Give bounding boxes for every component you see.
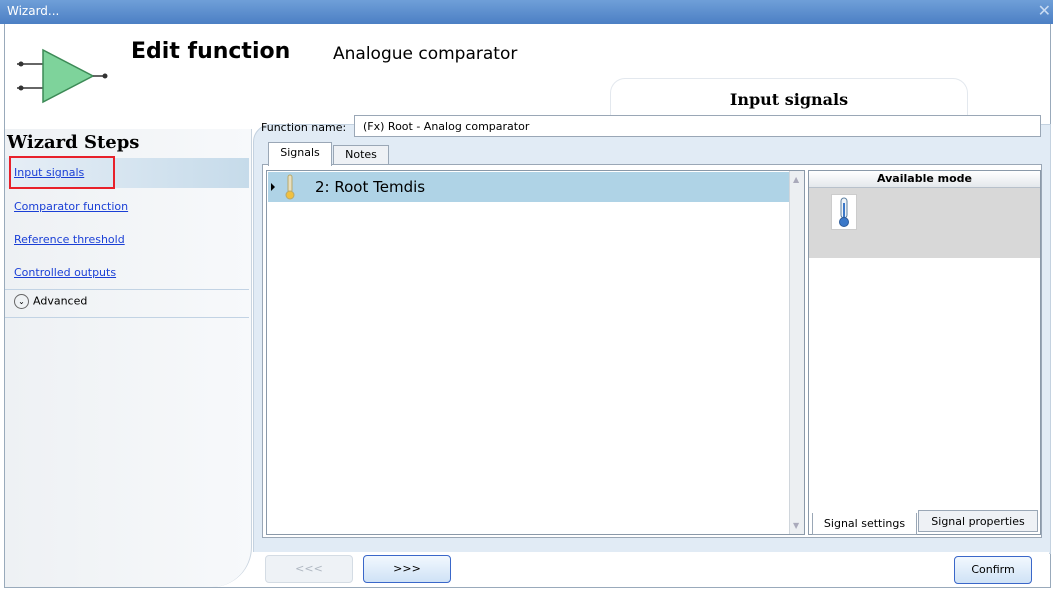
step-reference-threshold[interactable]: Reference threshold [5,225,249,255]
available-mode-area [809,188,1040,258]
available-mode-panel: Available mode [808,170,1041,535]
confirm-button[interactable]: Confirm [954,556,1032,584]
step-controlled-outputs[interactable]: Controlled outputs [5,258,249,288]
wizard-steps-sidebar: Wizard Steps Input signals Comparator fu… [5,129,252,587]
function-name-value: (Fx) Root - Analog comparator [363,120,530,133]
scroll-down-icon[interactable]: ▼ [793,521,799,530]
step-controlled-outputs-link[interactable]: Controlled outputs [14,266,116,279]
step-highlight-box [9,156,115,189]
signal-row[interactable]: 2: Root Temdis [268,172,791,202]
scroll-up-icon[interactable]: ▲ [793,175,799,184]
tab-signal-settings[interactable]: Signal settings [812,513,917,535]
step-comparator-function[interactable]: Comparator function [5,192,249,222]
function-name-label: Function name: [261,121,347,134]
wizard-steps-title: Wizard Steps [7,132,140,153]
available-mode-header: Available mode [809,171,1040,188]
divider [5,317,249,318]
chevron-down-icon[interactable]: ⌄ [14,294,29,309]
function-name-input[interactable]: (Fx) Root - Analog comparator [354,115,1041,137]
tab-signals[interactable]: Signals [268,142,332,166]
page-title: Edit function [131,39,291,64]
thermometer-icon [285,174,295,200]
current-step-tab: Input signals [611,79,967,119]
function-type-subtitle: Analogue comparator [333,44,518,64]
mode-option[interactable] [831,194,857,230]
signals-grid[interactable]: 2: Root Temdis ▲ ▼ [266,170,805,535]
step-comparator-function-link[interactable]: Comparator function [14,200,128,213]
divider [5,289,249,290]
previous-button[interactable]: <<< [265,555,353,583]
vertical-scrollbar[interactable]: ▲ ▼ [789,171,804,534]
row-indicator-icon [271,183,275,191]
analogue-comparator-icon [17,48,108,104]
thermometer-icon [839,197,849,227]
tab-notes[interactable]: Notes [333,145,389,164]
next-button[interactable]: >>> [363,555,451,583]
close-icon[interactable]: ✕ [1038,1,1051,20]
step-reference-threshold-link[interactable]: Reference threshold [14,233,125,246]
tab-signal-properties[interactable]: Signal properties [918,510,1038,532]
advanced-toggle[interactable]: ⌄ Advanced [14,294,87,309]
current-step-label: Input signals [729,90,849,109]
advanced-label: Advanced [33,294,88,308]
signal-name: 2: Root Temdis [315,178,426,196]
window-title: Wizard... [7,4,60,18]
window-titlebar: Wizard... ✕ [0,0,1053,24]
